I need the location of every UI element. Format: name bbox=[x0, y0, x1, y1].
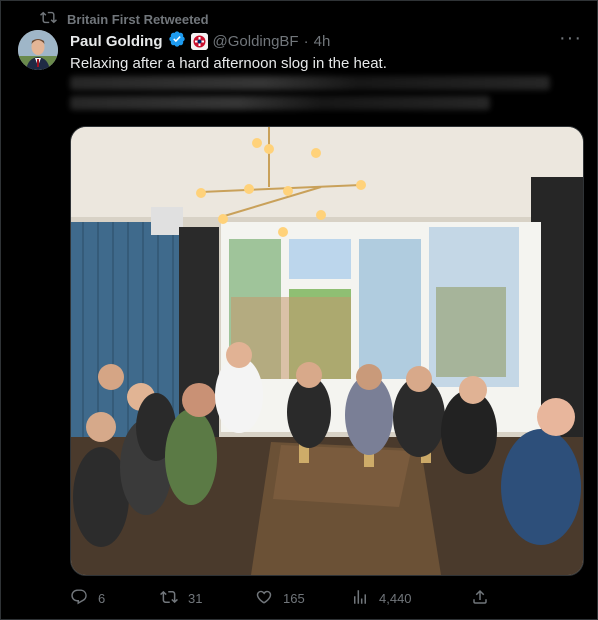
author-name[interactable]: Paul Golding bbox=[70, 33, 163, 50]
reply-icon bbox=[70, 588, 88, 609]
obscured-text bbox=[70, 76, 570, 114]
retweet-icon bbox=[40, 9, 57, 29]
reply-button[interactable]: 6 bbox=[70, 588, 160, 609]
share-button[interactable] bbox=[471, 588, 489, 609]
author-handle[interactable]: @GoldingBF bbox=[213, 33, 299, 50]
views-icon bbox=[351, 588, 369, 609]
tweet-text: Relaxing after a hard afternoon slog in … bbox=[70, 55, 387, 72]
avatar[interactable] bbox=[18, 30, 58, 70]
more-icon[interactable]: ··· bbox=[559, 28, 582, 48]
reply-count: 6 bbox=[98, 591, 106, 606]
retweet-action-icon bbox=[160, 588, 178, 609]
timestamp[interactable]: 4h bbox=[314, 33, 331, 50]
tweet-actions: 6 31 165 4,440 bbox=[70, 588, 500, 609]
views-button[interactable]: 4,440 bbox=[351, 588, 471, 609]
like-count: 165 bbox=[283, 591, 305, 606]
like-button[interactable]: 165 bbox=[255, 588, 351, 609]
retweet-context-label: Britain First Retweeted bbox=[67, 11, 209, 27]
affiliate-badge-icon[interactable] bbox=[190, 32, 208, 50]
retweet-count: 31 bbox=[188, 591, 203, 606]
separator: · bbox=[303, 32, 309, 50]
tweet-header: Paul Golding @GoldingBF · 4h bbox=[70, 30, 330, 52]
views-count: 4,440 bbox=[379, 591, 412, 606]
retweet-context[interactable]: Britain First Retweeted bbox=[40, 9, 209, 29]
retweet-button[interactable]: 31 bbox=[160, 588, 255, 609]
tweet-photo[interactable] bbox=[70, 126, 584, 576]
verified-icon bbox=[168, 30, 186, 52]
like-icon bbox=[255, 588, 273, 609]
share-icon bbox=[471, 588, 489, 609]
